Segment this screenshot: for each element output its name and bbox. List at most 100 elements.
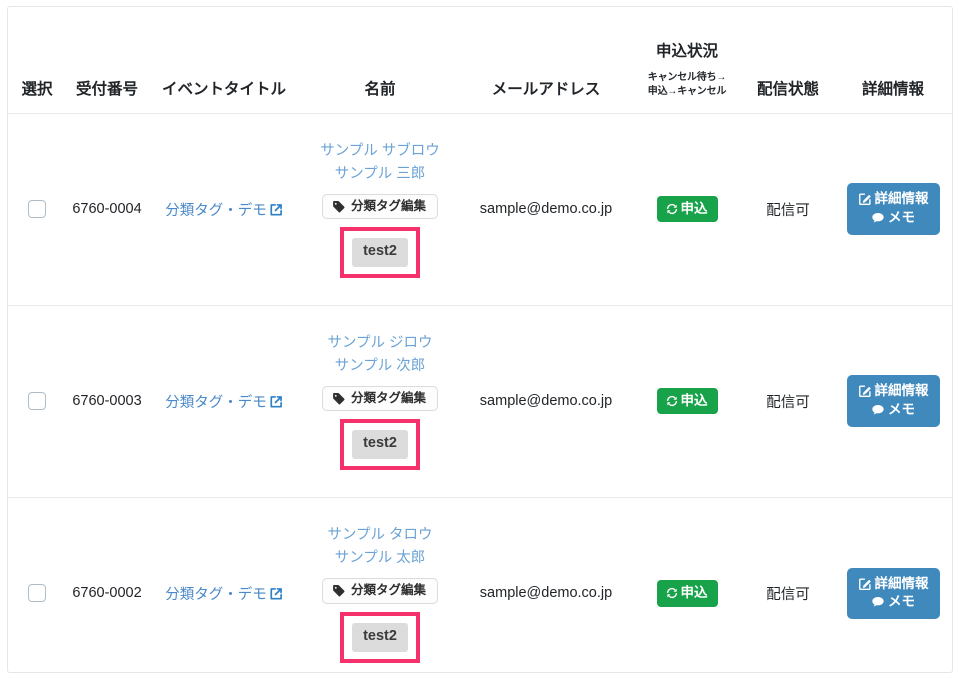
application-status-label: 申込 [680,392,708,408]
cell-email: sample@demo.co.jp [460,497,632,672]
application-status-button[interactable]: 申込 [656,387,718,415]
cell-email: sample@demo.co.jp [460,113,632,306]
detail-info-line: 詳細情報 [858,382,929,400]
detail-info-button[interactable]: 詳細情報 メモ [846,183,940,235]
email-value: sample@demo.co.jp [479,585,613,602]
participants-table-card: 選択 受付番号 イベントタイトル 名前 メールアドレス 申込状況 キャンセル待ち… [7,6,953,673]
email-value: sample@demo.co.jp [479,393,613,409]
table-row: 6760-0004 分類タグ・デモ サンプル サブロウ サンプル 三郎分類タグ編集 te… [8,113,952,306]
cell-event-title: 分類タグ・デモ [148,497,300,672]
memo-label: メモ [888,401,915,417]
application-status-label: 申込 [680,200,708,216]
tag-edit-button[interactable]: 分類タグ編集 [321,385,438,412]
cell-event-title: 分類タグ・デモ [148,113,300,306]
event-title-text: 分類タグ・デモ [165,394,267,411]
event-title-link[interactable]: 分類タグ・デモ [165,395,283,411]
cell-name: サンプル タロウ サンプル 太郎分類タグ編集 test2 [300,497,460,672]
participant-name-kanji-link[interactable]: サンプル 三郎 [302,163,458,186]
application-status-button[interactable]: 申込 [656,579,718,607]
pencil-square-icon [858,577,872,591]
participant-name-kanji-link[interactable]: サンプル 太郎 [302,547,458,570]
detail-info-label: 詳細情報 [874,575,929,591]
header-application-status-sub-cancel: 申込→キャンセル [647,86,727,97]
memo-line: メモ [858,401,929,419]
cell-detail-info: 詳細情報 メモ [834,497,952,672]
receipt-no-value: 6760-0004 [72,200,142,217]
cell-detail-info: 詳細情報 メモ [834,113,952,306]
header-application-status-main: 申込状況 [655,43,718,61]
cell-application-status: 申込 [632,305,742,498]
header-select: 選択 [8,7,66,114]
event-title-text: 分類タグ・デモ [165,202,267,219]
tag-chip-highlight: test2 [340,227,420,279]
cell-detail-info: 詳細情報 メモ [834,305,952,498]
cell-application-status: 申込 [632,497,742,672]
receipt-no-value: 6760-0002 [72,584,142,601]
cell-receipt-no: 6760-0002 [66,497,148,672]
participant-name-kana-link[interactable]: サンプル ジロウ [302,332,458,355]
tag-edit-label: 分類タグ編集 [350,582,426,597]
receipt-no-value: 6760-0003 [72,392,142,409]
external-link-icon [269,203,283,217]
sync-icon [665,202,679,216]
memo-line: メモ [858,593,929,611]
tag-chip-button[interactable]: test2 [352,622,408,652]
header-email: メールアドレス [460,7,632,114]
cell-delivery-state: 配信可 [742,497,834,672]
tag-icon [332,584,346,597]
tag-icon [332,200,346,213]
comment-icon [871,595,885,609]
cell-event-title: 分類タグ・デモ [148,305,300,498]
participant-name-kana-link[interactable]: サンプル タロウ [302,524,458,547]
application-status-button[interactable]: 申込 [656,195,718,223]
table-header: 選択 受付番号 イベントタイトル 名前 メールアドレス 申込状況 キャンセル待ち… [8,7,952,114]
tag-chip-highlight: test2 [340,419,420,471]
header-name: 名前 [300,7,460,114]
cell-delivery-state: 配信可 [742,305,834,498]
detail-info-label: 詳細情報 [874,383,929,399]
cell-select [8,497,66,672]
event-title-text: 分類タグ・デモ [165,586,267,603]
row-select-checkbox[interactable] [28,392,46,410]
cell-receipt-no: 6760-0004 [66,113,148,306]
pencil-square-icon [858,384,872,398]
header-row: 選択 受付番号 イベントタイトル 名前 メールアドレス 申込状況 キャンセル待ち… [8,7,952,114]
cell-select [8,113,66,306]
cell-name: サンプル ジロウ サンプル 次郎分類タグ編集 test2 [300,305,460,498]
tag-chip-highlight: test2 [340,611,420,663]
delivery-state-value: 配信可 [766,202,810,219]
email-value: sample@demo.co.jp [479,201,613,217]
detail-info-button[interactable]: 詳細情報 メモ [846,567,940,619]
header-application-status: 申込状況 キャンセル待ち→ 申込→キャンセル [632,7,742,114]
application-status-label: 申込 [680,584,708,600]
tag-edit-button[interactable]: 分類タグ編集 [321,577,438,604]
external-link-icon [269,587,283,601]
participants-page: 選択 受付番号 イベントタイトル 名前 メールアドレス 申込状況 キャンセル待ち… [0,0,959,679]
row-select-checkbox[interactable] [28,584,46,603]
header-delivery-state: 配信状態 [742,7,834,114]
row-select-checkbox[interactable] [28,200,46,218]
tag-edit-label: 分類タグ編集 [350,198,426,213]
detail-info-button[interactable]: 詳細情報 メモ [846,375,940,427]
participant-name-kanji-link[interactable]: サンプル 次郎 [302,355,458,378]
cell-delivery-state: 配信可 [742,113,834,306]
cell-application-status: 申込 [632,113,742,306]
cell-receipt-no: 6760-0003 [66,305,148,498]
table-row: 6760-0003 分類タグ・デモ サンプル ジロウ サンプル 次郎分類タグ編集 tes… [8,305,952,498]
event-title-link[interactable]: 分類タグ・デモ [165,203,283,219]
delivery-state-value: 配信可 [766,586,810,603]
header-event-title: イベントタイトル [148,7,300,114]
tag-edit-button[interactable]: 分類タグ編集 [321,193,438,220]
memo-line: メモ [858,209,929,227]
detail-info-label: 詳細情報 [874,191,929,207]
participant-name-kana-link[interactable]: サンプル サブロウ [302,140,458,163]
tag-chip-button[interactable]: test2 [352,430,408,460]
memo-label: メモ [888,209,915,225]
comment-icon [871,211,885,225]
pencil-square-icon [858,192,872,206]
table-body: 6760-0004 分類タグ・デモ サンプル サブロウ サンプル 三郎分類タグ編集 te… [8,113,952,672]
memo-label: メモ [888,593,915,609]
event-title-link[interactable]: 分類タグ・デモ [165,587,283,603]
tag-chip-button[interactable]: test2 [352,238,408,268]
header-application-status-sub-waitlist: キャンセル待ち→ [647,71,727,83]
